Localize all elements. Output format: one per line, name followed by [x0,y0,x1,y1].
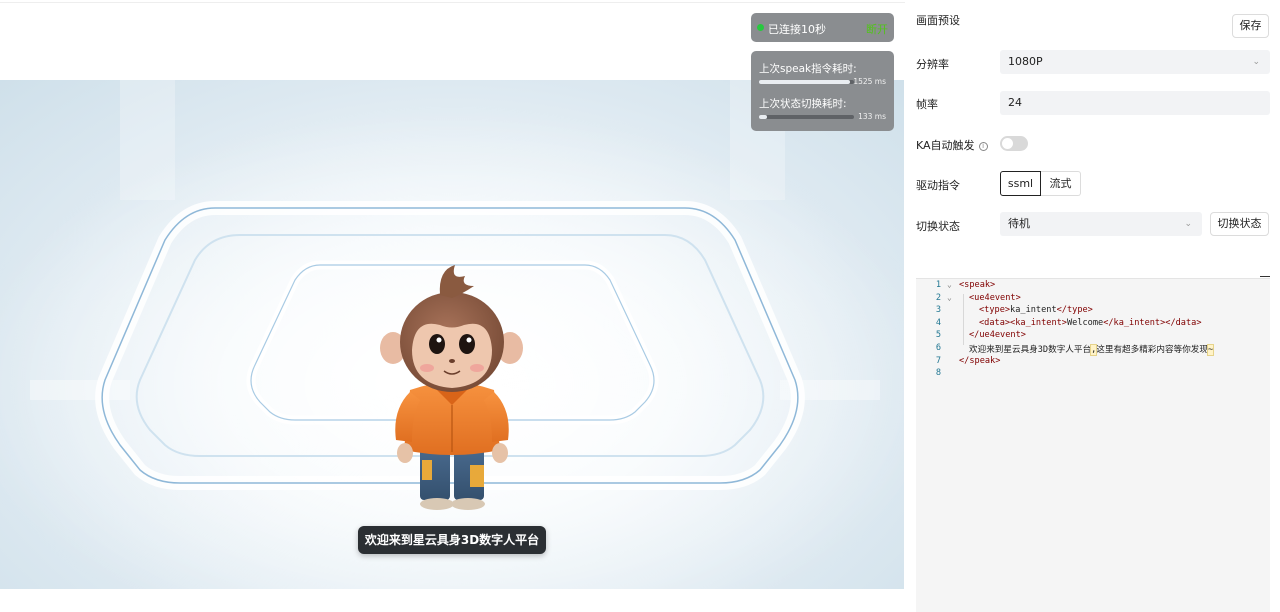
code-line-3: <type>ka_intent</type> [979,305,1093,315]
state-switch-latency-fill [759,115,767,119]
subtitle-caption: 欢迎来到星云具身3D数字人平台 [358,526,546,554]
code-token: </ka_intent> [1103,317,1166,328]
ssml-code-editor[interactable]: 1 ⌄ <speak> 2 ⌄ <ue4event> 3 <type>ka_in… [916,276,1270,612]
framerate-label: 帧率 [916,98,938,111]
save-button[interactable]: 保存 [1232,14,1269,38]
latency-metrics: 上次speak指令耗时: 1525 ms 上次状态切换耗时: 133 ms [751,51,894,131]
code-token: </speak> [959,355,1001,366]
code-token: </ue4event> [969,330,1026,341]
switch-state-button[interactable]: 切换状态 [1210,212,1269,236]
code-token: 这里有超多精彩内容等你发现 [1096,345,1208,355]
chevron-down-icon: ⌄ [1184,219,1192,229]
toggle-knob [1002,138,1013,149]
resolution-label: 分辨率 [916,58,949,71]
top-divider [0,2,905,3]
state-value: 待机 [1008,217,1030,230]
code-line-7: </speak> [959,356,1000,366]
ka-auto-trigger-text: KA自动触发 [916,139,975,152]
drive-option-ssml[interactable]: ssml [1000,171,1041,196]
preset-title: 画面预设 [916,14,960,27]
resolution-select[interactable]: 1080P ⌄ [1000,50,1270,74]
indent-guide [963,294,964,345]
line-number: 5 [935,330,941,341]
resolution-value: 1080P [1008,55,1043,68]
info-icon[interactable]: i [978,142,988,151]
state-select[interactable]: 待机 ⌄ [1000,212,1202,236]
fold-chevron-icon[interactable]: ⌄ [947,280,952,289]
stage-background [0,80,904,589]
code-token: 欢迎来到星云具身3D数字人平台 [969,345,1092,355]
fold-chevron-icon[interactable]: ⌄ [947,293,952,302]
code-token: </data> [1165,317,1202,328]
avatar-stage: 欢迎来到星云具身3D数字人平台 [0,80,904,589]
connection-status: 已连接10秒 断开 [751,13,894,42]
line-number: 6 [935,343,941,353]
line-number: 1 [935,280,941,290]
control-panel: 画面预设 保存 分辨率 1080P ⌄ 帧率 24 KA自动触发 i 驱动指令 s… [916,0,1270,612]
code-line-6: 欢迎来到星云具身3D数字人平台,这里有超多精彩内容等你发现~ [969,343,1215,356]
speak-latency-fill [759,80,851,84]
line-number: 3 [935,305,941,316]
speak-latency-bar [759,80,854,84]
code-token-highlight: ~ [1206,344,1215,356]
line-number: 8 [935,368,941,379]
state-switch-latency-label: 上次状态切换耗时: [759,98,847,110]
line-number: 4 [935,317,941,328]
code-token: <ue4event> [969,292,1021,303]
framerate-input[interactable]: 24 [1000,91,1270,115]
speak-latency-value: 1525 ms [853,77,886,86]
connection-label: 已连接10秒 [768,23,826,36]
line-number: 7 [935,355,941,366]
editor-resize-handle[interactable] [1260,276,1270,277]
state-switch-latency-value: 133 ms [858,112,886,121]
code-line-4: <data><ka_intent>Welcome</ka_intent></da… [979,318,1202,328]
code-token: ka_intent [1010,305,1057,316]
speak-latency-label: 上次speak指令耗时: [759,63,857,75]
framerate-value: 24 [1008,96,1022,109]
ka-auto-trigger-toggle[interactable] [1000,136,1028,151]
status-dot-icon [757,24,764,31]
state-switch-latency-bar [759,115,854,119]
code-token: <type> [979,305,1011,316]
code-line-2: <ue4event> [969,293,1021,303]
disconnect-button[interactable]: 断开 [866,21,888,37]
code-token: <speak> [959,280,996,290]
code-token: <ka_intent> [1010,317,1067,328]
chevron-down-icon: ⌄ [1252,57,1260,67]
drive-option-streaming[interactable]: 流式 [1041,171,1081,196]
drive-command-label: 驱动指令 [916,179,960,192]
ka-auto-trigger-label: KA自动触发 i [916,137,988,153]
code-line-5: </ue4event> [969,330,1026,340]
code-token: Welcome [1066,317,1104,328]
code-line-1: <speak> [959,280,995,290]
code-token: <data> [979,317,1011,328]
line-number: 2 [935,292,941,303]
switch-state-label: 切换状态 [916,220,960,233]
code-token: </type> [1056,305,1093,316]
